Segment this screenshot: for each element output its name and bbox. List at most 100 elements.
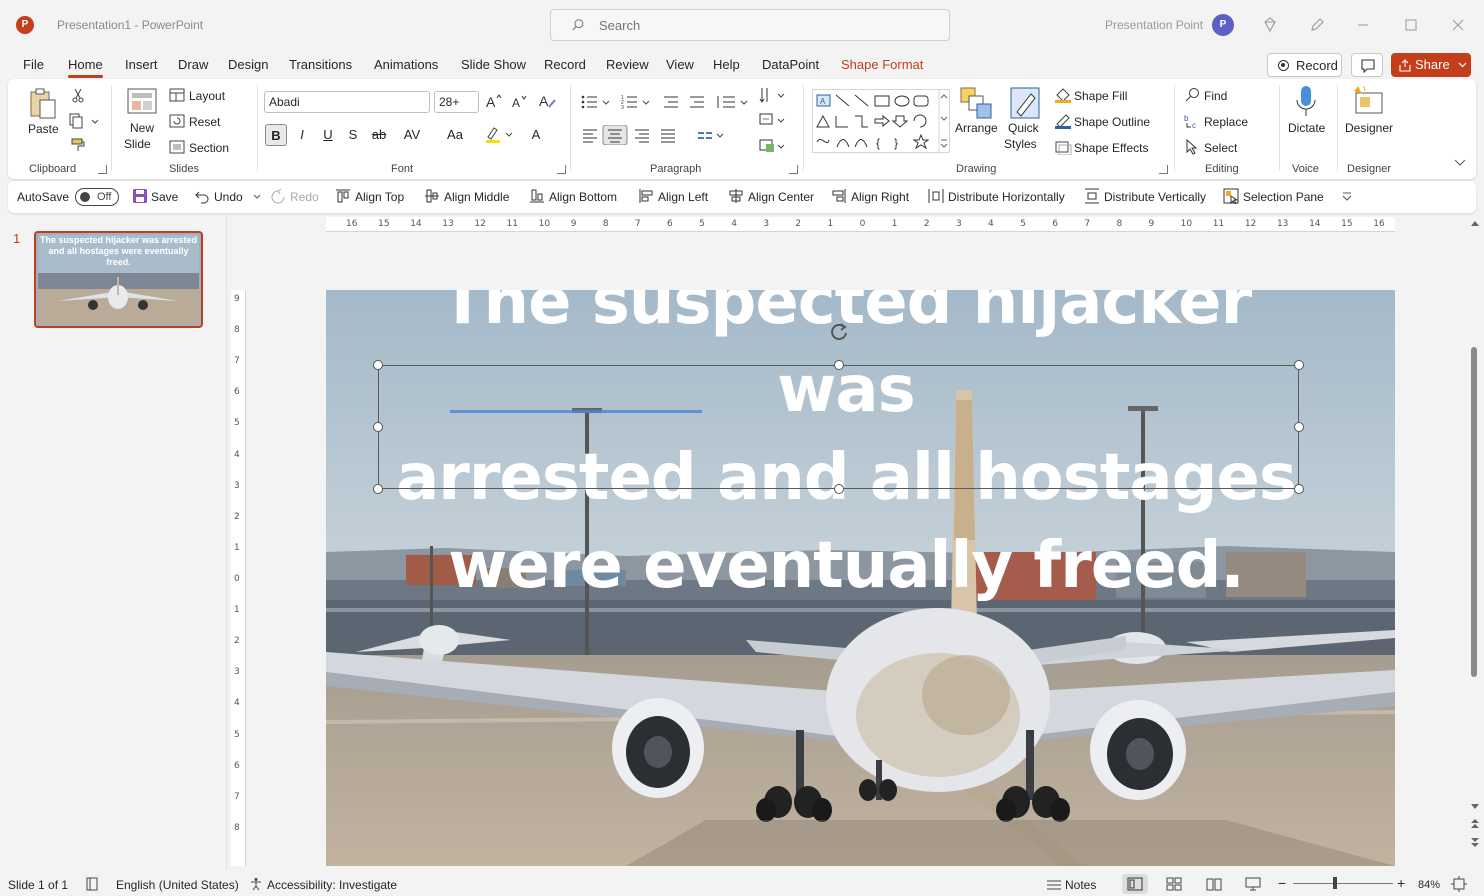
shapes-gallery[interactable]: A {} xyxy=(812,89,950,153)
drawing-launcher-icon[interactable] xyxy=(1159,165,1168,174)
list-controls-icon[interactable]: 123 xyxy=(580,93,760,111)
slide-sorter-icon[interactable] xyxy=(1166,877,1182,891)
language-indicator[interactable]: English (United States) xyxy=(116,878,239,892)
zoom-in-button[interactable]: + xyxy=(1397,875,1405,891)
accessibility-status[interactable]: Accessibility: Investigate xyxy=(267,878,397,892)
align-center-button[interactable]: Align Center xyxy=(748,190,814,204)
selection-pane-icon[interactable] xyxy=(1223,188,1239,204)
section-icon[interactable] xyxy=(169,140,185,154)
undo-icon[interactable] xyxy=(194,188,210,204)
shape-effects-button[interactable]: Shape Effects xyxy=(1074,141,1149,155)
save-icon[interactable] xyxy=(132,188,148,204)
new-slide-label-2[interactable]: Slide xyxy=(124,137,151,151)
copy-icon[interactable] xyxy=(68,113,98,129)
tab-review[interactable]: Review xyxy=(606,57,649,72)
powerpoint-logo-icon[interactable]: P xyxy=(16,16,34,34)
underline-button[interactable]: U xyxy=(317,124,339,146)
shape-fill-icon[interactable] xyxy=(1054,87,1072,103)
align-left-icon[interactable] xyxy=(638,188,654,204)
notes-button[interactable]: Notes xyxy=(1065,878,1096,892)
scroll-up-icon[interactable] xyxy=(1470,219,1480,227)
redo-button[interactable]: Redo xyxy=(290,190,319,204)
scroll-down-icon[interactable] xyxy=(1470,803,1480,811)
resize-handle-bottom[interactable] xyxy=(834,484,844,494)
strikethrough-button[interactable]: ab xyxy=(368,124,390,146)
undo-dropdown-icon[interactable] xyxy=(252,188,262,204)
search-box[interactable] xyxy=(550,9,950,41)
tab-insert[interactable]: Insert xyxy=(125,57,158,72)
font-size-select[interactable]: 28+ xyxy=(434,91,479,113)
zoom-slider[interactable] xyxy=(1293,883,1393,884)
comments-button[interactable] xyxy=(1351,53,1383,77)
tab-datapoint[interactable]: DataPoint xyxy=(762,57,819,72)
highlight-icon[interactable] xyxy=(484,125,514,145)
microphone-icon[interactable] xyxy=(1295,85,1317,119)
shape-outline-button[interactable]: Shape Outline xyxy=(1074,115,1150,129)
select-cursor-icon[interactable] xyxy=(1184,139,1200,155)
arrange-button[interactable]: Arrange xyxy=(955,121,998,135)
minimize-icon[interactable] xyxy=(1350,12,1376,38)
record-button[interactable]: Record xyxy=(1267,53,1342,77)
replace-button[interactable]: Replace xyxy=(1204,115,1248,129)
tab-transitions[interactable]: Transitions xyxy=(289,57,352,72)
increase-font-icon[interactable]: A xyxy=(485,93,503,109)
tab-file[interactable]: File xyxy=(23,57,44,72)
collapse-ribbon-icon[interactable] xyxy=(1454,159,1466,167)
section-button[interactable]: Section xyxy=(189,141,229,155)
distribute-vertically-button[interactable]: Distribute Vertically xyxy=(1104,190,1206,204)
slide-thumbnail[interactable]: The suspected hijacker was arrested and … xyxy=(34,231,203,328)
normal-view-icon[interactable] xyxy=(1127,877,1143,891)
replace-icon[interactable]: bc xyxy=(1184,113,1200,129)
reset-button[interactable]: Reset xyxy=(189,115,220,129)
text-direction-icon[interactable] xyxy=(758,86,788,161)
align-right-icon[interactable] xyxy=(831,188,847,204)
autosave-toggle[interactable]: Off xyxy=(75,188,119,206)
tab-design[interactable]: Design xyxy=(228,57,268,72)
shape-effects-icon[interactable] xyxy=(1054,139,1072,155)
tab-draw[interactable]: Draw xyxy=(178,57,208,72)
align-left-button[interactable]: Align Left xyxy=(658,190,708,204)
undo-button[interactable]: Undo xyxy=(214,190,243,204)
new-slide-icon[interactable] xyxy=(126,87,158,117)
align-bottom-icon[interactable] xyxy=(529,188,545,204)
resize-handle-top-right[interactable] xyxy=(1294,360,1304,370)
align-center-icon[interactable] xyxy=(728,188,744,204)
designer-icon[interactable] xyxy=(1352,85,1384,117)
shape-outline-icon[interactable] xyxy=(1054,113,1072,129)
paste-label[interactable]: Paste xyxy=(28,122,59,136)
distribute-horizontally-button[interactable]: Distribute Horizontally xyxy=(948,190,1065,204)
alignment-controls-icon[interactable] xyxy=(580,125,740,145)
tab-record[interactable]: Record xyxy=(544,57,586,72)
paste-icon[interactable] xyxy=(28,86,58,120)
resize-handle-left[interactable] xyxy=(373,422,383,432)
align-top-icon[interactable] xyxy=(335,188,351,204)
align-bottom-button[interactable]: Align Bottom xyxy=(549,190,617,204)
pane-divider[interactable] xyxy=(226,215,227,870)
resize-handle-top-left[interactable] xyxy=(373,360,383,370)
slide-show-icon[interactable] xyxy=(1245,877,1261,891)
tab-animations[interactable]: Animations xyxy=(374,57,438,72)
bold-button[interactable]: B xyxy=(265,124,287,146)
change-case-button[interactable]: Aa xyxy=(440,124,470,146)
tab-home[interactable]: Home xyxy=(68,57,103,78)
clipboard-launcher-icon[interactable] xyxy=(98,165,107,174)
zoom-out-button[interactable]: − xyxy=(1278,875,1286,891)
clear-formatting-icon[interactable]: A xyxy=(538,92,558,110)
text-box-selection[interactable] xyxy=(378,365,1299,489)
scrollbar-thumb[interactable] xyxy=(1471,347,1477,677)
align-middle-icon[interactable] xyxy=(424,188,440,204)
customize-toolbar-icon[interactable] xyxy=(1341,188,1353,204)
italic-button[interactable]: I xyxy=(291,124,313,146)
share-button[interactable]: Share xyxy=(1391,53,1471,77)
zoom-slider-knob[interactable] xyxy=(1333,877,1337,889)
new-slide-label[interactable]: New xyxy=(130,121,154,135)
decrease-font-icon[interactable]: A xyxy=(511,93,529,109)
quick-styles-label[interactable]: Quick xyxy=(1008,121,1039,135)
select-button[interactable]: Select xyxy=(1204,141,1237,155)
find-button[interactable]: Find xyxy=(1204,89,1227,103)
quick-styles-label-2[interactable]: Styles xyxy=(1004,137,1037,151)
tab-shape-format[interactable]: Shape Format xyxy=(841,57,923,72)
align-top-button[interactable]: Align Top xyxy=(355,190,404,204)
paragraph-launcher-icon[interactable] xyxy=(789,165,798,174)
selection-pane-button[interactable]: Selection Pane xyxy=(1243,190,1324,204)
